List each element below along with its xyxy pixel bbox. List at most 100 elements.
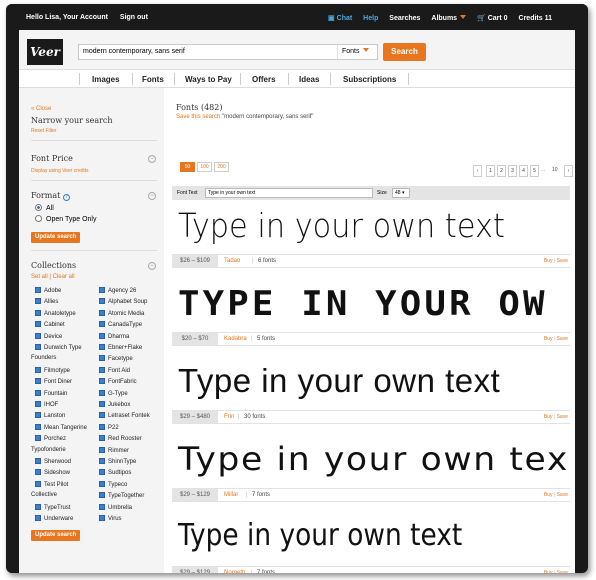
page-5[interactable]: 5	[530, 165, 539, 177]
collection-checkbox[interactable]: Porchez	[35, 435, 66, 442]
save-search-link[interactable]: Save this search	[176, 114, 220, 120]
collection-checkbox[interactable]: Font Aid	[99, 366, 130, 374]
font-sample-preview[interactable]: Type in your own text	[178, 362, 500, 400]
collection-checkbox[interactable]: Anatoletype	[35, 309, 76, 317]
update-search-button[interactable]: Update search	[31, 530, 81, 541]
nav-subscriptions[interactable]: Subscriptions	[343, 75, 396, 84]
page-10[interactable]: 10	[552, 167, 558, 173]
account-link[interactable]: Hello Lisa, Your Account	[26, 14, 108, 21]
collection-checkbox[interactable]: TypeTogether	[99, 492, 144, 499]
font-family-link[interactable]: Kadabra	[224, 336, 247, 342]
collection-checkbox[interactable]: Atomic Media	[99, 309, 144, 317]
collection-checkbox[interactable]: ShinnType	[99, 458, 136, 465]
buy-link[interactable]: Buy	[544, 258, 553, 264]
prev-page-button[interactable]: ‹	[473, 165, 482, 177]
collection-checkbox[interactable]: Underware	[35, 515, 73, 522]
collection-checkbox[interactable]: Cabinet	[35, 321, 65, 328]
collection-checkbox[interactable]: FontFabric	[99, 378, 137, 385]
sign-out-link[interactable]: Sign out	[120, 14, 148, 21]
search-button[interactable]: Search	[383, 43, 426, 61]
collection-checkbox[interactable]: Alphabet Soup	[99, 298, 147, 305]
save-link[interactable]: Save	[557, 336, 568, 342]
buy-link[interactable]: Buy	[544, 492, 553, 498]
collection-checkbox[interactable]: Umbrella	[99, 503, 132, 511]
font-family-link[interactable]: Frin	[224, 414, 234, 420]
nav-ideas[interactable]: Ideas	[299, 75, 319, 84]
search-input[interactable]: modern contemporary, sans serif Fonts	[78, 44, 378, 60]
collection-checkbox[interactable]: Ebner+Flake	[99, 344, 142, 351]
nav-ways-to-pay[interactable]: Ways to Pay	[185, 75, 232, 84]
collection-checkbox[interactable]: Font Diner	[35, 378, 72, 385]
cart-link[interactable]: 🛒 Cart 0	[477, 15, 508, 22]
size-select[interactable]: 48 ▾	[392, 188, 410, 198]
save-link[interactable]: Save	[557, 492, 568, 498]
collection-checkbox[interactable]: Typeco	[99, 480, 127, 488]
collection-checkbox[interactable]: Facetype	[99, 355, 133, 362]
font-family-link[interactable]: Tadao	[224, 258, 240, 264]
help-icon[interactable]: ?	[62, 194, 70, 201]
nav-images[interactable]: Images	[92, 75, 120, 84]
page-3[interactable]: 3	[508, 165, 517, 177]
font-sample-preview[interactable]: Type in your own text	[178, 206, 505, 245]
clear-all-link[interactable]: Clear all	[53, 274, 75, 280]
collection-checkbox[interactable]: IHOF	[35, 401, 58, 408]
chat-link[interactable]: ▣ Chat	[328, 15, 352, 22]
font-sample-preview[interactable]: TYPE IN YOUR OW	[178, 284, 548, 324]
save-link[interactable]: Save	[557, 414, 568, 420]
save-link[interactable]: Save	[557, 258, 568, 264]
collection-checkbox[interactable]: Allies	[35, 298, 58, 305]
collection-checkbox[interactable]: Test Pilot	[35, 480, 68, 488]
collection-checkbox[interactable]: Rimmer	[99, 446, 129, 454]
nav-offers[interactable]: Offers	[252, 75, 276, 84]
collection-checkbox[interactable]: Sideshow	[35, 469, 70, 476]
buy-link[interactable]: Buy	[544, 336, 553, 342]
page-1[interactable]: 1	[486, 165, 495, 177]
format-all-radio[interactable]: All	[35, 204, 54, 212]
collection-checkbox[interactable]: TypeTrust	[35, 503, 70, 511]
nav-fonts[interactable]: Fonts	[142, 75, 164, 84]
collection-checkbox[interactable]: Fountain	[35, 389, 67, 397]
collection-checkbox[interactable]: Agency 26	[99, 287, 136, 294]
page-4[interactable]: 4	[519, 165, 528, 177]
collection-checkbox[interactable]: Lanston	[35, 412, 65, 419]
collection-checkbox[interactable]: Letraset Fontek	[99, 412, 150, 419]
page-2[interactable]: 2	[497, 165, 506, 177]
collection-checkbox[interactable]: Dunwich Type	[35, 344, 82, 351]
set-all-link[interactable]: Set all	[31, 274, 48, 280]
collection-checkbox[interactable]: P22	[99, 423, 119, 431]
collection-checkbox[interactable]: Red Rooster	[99, 435, 142, 442]
collection-checkbox[interactable]: G-Type	[99, 389, 128, 397]
collection-checkbox[interactable]: Sherwood	[35, 458, 71, 465]
collection-checkbox[interactable]: Adobe	[35, 287, 61, 294]
albums-menu[interactable]: Albums	[431, 15, 467, 22]
buy-link[interactable]: Buy	[544, 570, 553, 573]
per-page-100[interactable]: 100	[197, 162, 212, 172]
collection-checkbox[interactable]: Device	[35, 332, 62, 340]
collapse-icon[interactable]: −	[148, 155, 156, 163]
collection-checkbox[interactable]: Jukebox	[99, 401, 130, 408]
help-link[interactable]: Help	[363, 15, 378, 22]
next-page-button[interactable]: ›	[564, 165, 573, 177]
collection-checkbox[interactable]: Mean Tangerine	[35, 423, 87, 431]
credits-link[interactable]: Credits 11	[519, 15, 552, 22]
format-otf-radio[interactable]: Open Type Only	[35, 215, 96, 223]
buy-link[interactable]: Buy	[544, 414, 553, 420]
font-sample-preview[interactable]: Type in your own tex	[178, 440, 569, 478]
per-page-50[interactable]: 50	[180, 162, 195, 172]
per-page-200[interactable]: 200	[214, 162, 229, 172]
font-text-input[interactable]: Type in your own text	[205, 188, 373, 198]
veer-logo[interactable]: Veer	[27, 39, 63, 65]
collection-checkbox[interactable]: Sudtipos	[99, 469, 131, 476]
font-sample-preview[interactable]: Type in your own text	[178, 518, 462, 553]
collapse-icon[interactable]: −	[148, 262, 156, 270]
close-sidebar-link[interactable]: « Close	[31, 106, 51, 112]
collection-checkbox[interactable]: Virus	[99, 515, 122, 522]
font-family-link[interactable]: Norpeth	[224, 570, 245, 573]
collection-checkbox[interactable]: Filmotype	[35, 366, 70, 374]
searches-link[interactable]: Searches	[389, 15, 420, 22]
collection-checkbox[interactable]: Dharma	[99, 332, 129, 340]
collection-checkbox[interactable]: CanadaType	[99, 321, 142, 328]
reset-filter-link[interactable]: Reset Filter	[31, 128, 57, 134]
collapse-icon[interactable]: −	[148, 192, 156, 200]
font-family-link[interactable]: Millar	[224, 492, 238, 498]
